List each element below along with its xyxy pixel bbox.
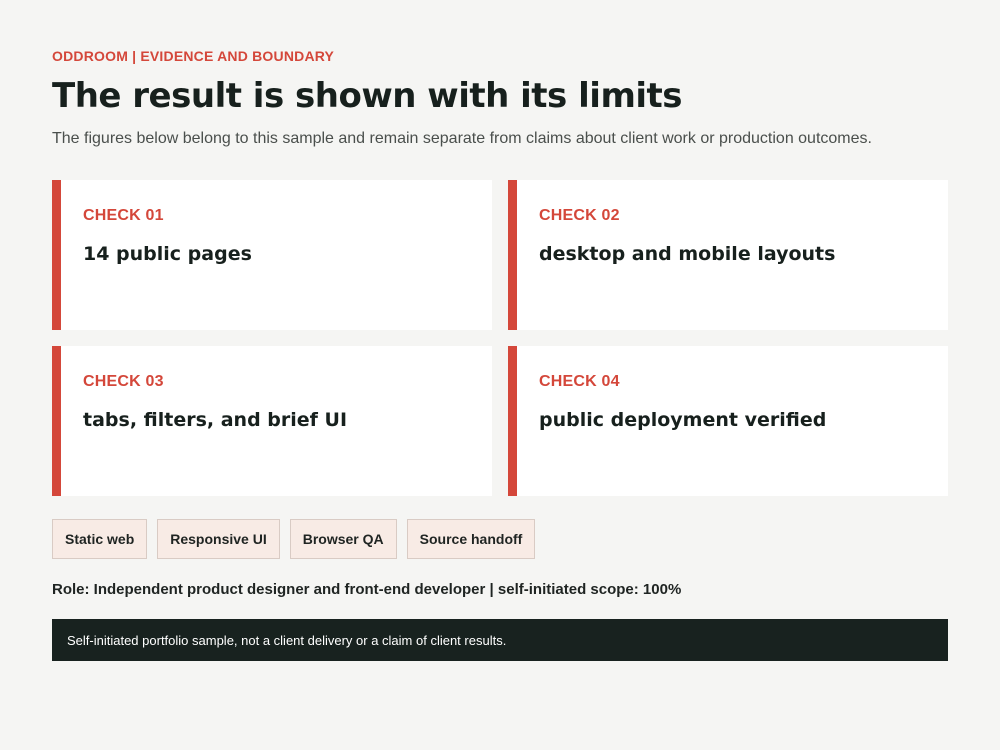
check-card: CHECK 03 tabs, filters, and brief UI: [52, 346, 492, 496]
check-card: CHECK 02 desktop and mobile layouts: [508, 180, 948, 330]
check-text: tabs, filters, and brief UI: [83, 409, 348, 431]
check-label: CHECK 03: [83, 373, 164, 390]
tag-list: Static web Responsive UI Browser QA Sour…: [52, 519, 536, 559]
check-text: public deployment verified: [539, 409, 827, 431]
check-card: CHECK 04 public deployment verified: [508, 346, 948, 496]
check-card: CHECK 01 14 public pages: [52, 180, 492, 330]
tag-source-handoff: Source handoff: [406, 519, 536, 559]
check-text: 14 public pages: [83, 243, 252, 265]
tag-browser-qa: Browser QA: [289, 519, 397, 559]
section-eyebrow: ODDROOM | EVIDENCE AND BOUNDARY: [52, 48, 335, 64]
check-label: CHECK 04: [539, 373, 620, 390]
check-label: CHECK 02: [539, 207, 620, 224]
page-subtitle: The figures below belong to this sample …: [52, 130, 872, 147]
tag-static-web: Static web: [52, 519, 148, 559]
checks-grid: CHECK 01 14 public pages CHECK 02 deskto…: [52, 180, 948, 496]
evidence-section: ODDROOM | EVIDENCE AND BOUNDARY The resu…: [52, 46, 948, 661]
check-label: CHECK 01: [83, 207, 164, 224]
page-title: The result is shown with its limits: [52, 76, 683, 116]
disclaimer-note: Self-initiated portfolio sample, not a c…: [52, 619, 948, 661]
role-statement: Role: Independent product designer and f…: [52, 581, 682, 598]
tag-responsive-ui: Responsive UI: [157, 519, 280, 559]
check-text: desktop and mobile layouts: [539, 243, 836, 265]
